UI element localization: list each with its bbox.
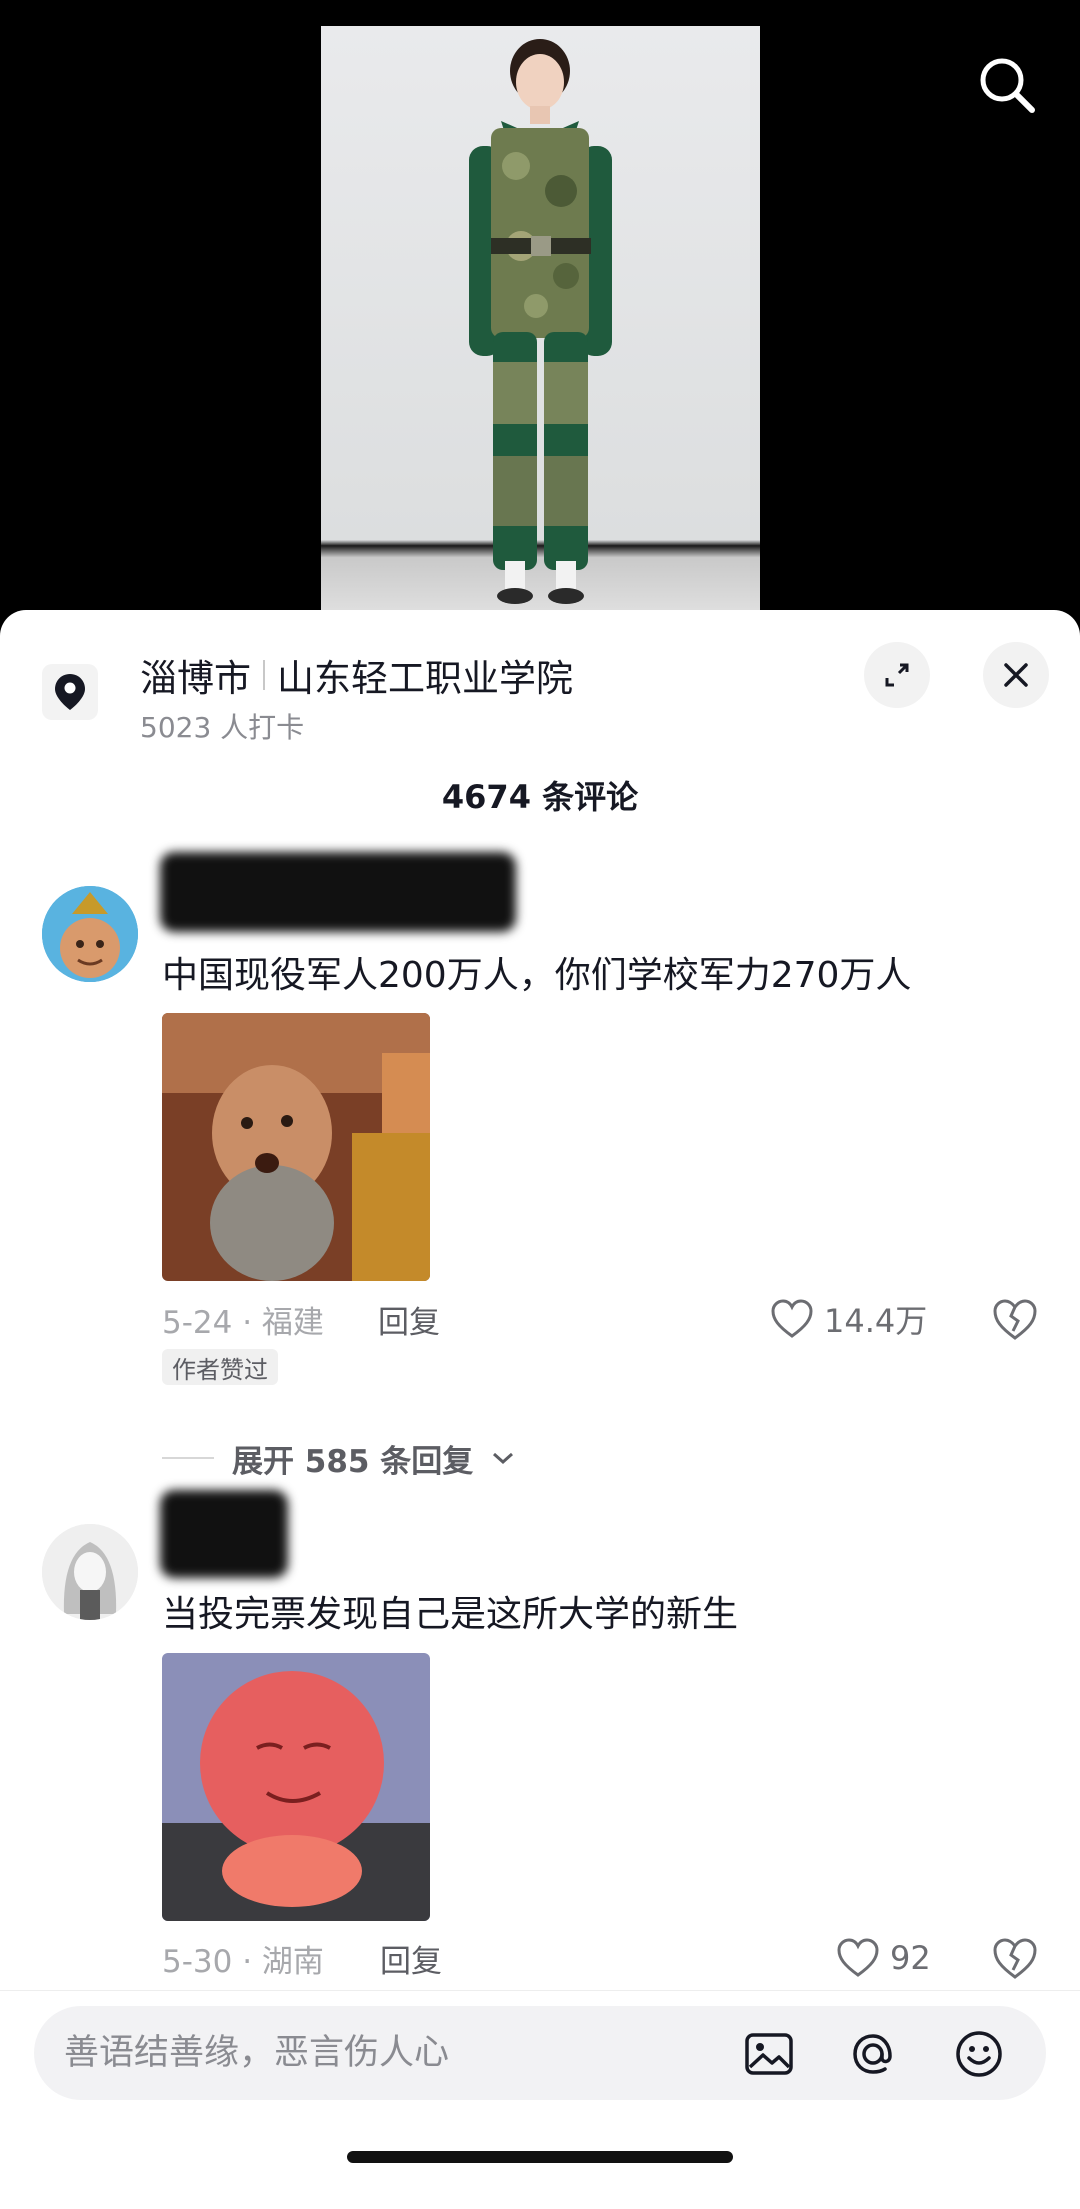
avatar-image — [42, 1524, 138, 1620]
at-icon — [853, 2034, 892, 2074]
comment-date-region: 5-30 · 湖南 — [162, 1943, 324, 1980]
meme-image-monk — [162, 1013, 430, 1281]
like-count: 92 — [890, 1939, 931, 1977]
home-indicator[interactable] — [347, 2151, 733, 2163]
title-separator — [263, 660, 265, 690]
search-icon — [980, 58, 1035, 113]
comment-image[interactable] — [162, 1653, 430, 1921]
video-player[interactable] — [0, 0, 1080, 640]
search-button[interactable] — [972, 50, 1042, 120]
avatar[interactable] — [42, 1524, 138, 1620]
location-badge[interactable] — [42, 664, 98, 720]
image-icon — [745, 2033, 793, 2075]
close-icon — [1004, 663, 1028, 687]
broken-heart-icon — [993, 1938, 1037, 1979]
chevron-down-icon — [493, 1452, 514, 1465]
author-liked-badge: 作者赞过 — [162, 1349, 278, 1385]
dislike-button[interactable] — [990, 1933, 1040, 1983]
like-count: 14.4万 — [824, 1302, 928, 1340]
location-pin-icon — [55, 674, 85, 710]
reply-button[interactable]: 回复 — [378, 1297, 440, 1341]
reply-button[interactable]: 回复 — [380, 1936, 442, 1980]
avatar-image — [42, 886, 138, 982]
checkin-count: 5023 人打卡 — [140, 711, 305, 744]
comment-input[interactable] — [64, 2006, 714, 2100]
expand-replies-button[interactable]: 展开 585 条回复 — [162, 1436, 515, 1480]
close-button[interactable] — [983, 642, 1049, 708]
mention-button[interactable] — [846, 2027, 900, 2081]
expand-icon — [885, 663, 909, 687]
avatar[interactable] — [42, 886, 138, 982]
like-button[interactable]: 92 — [836, 1933, 931, 1983]
username-redacted[interactable] — [160, 1490, 288, 1578]
person-in-uniform-image — [469, 39, 612, 604]
emoji-button[interactable] — [952, 2027, 1006, 2081]
dislike-button[interactable] — [990, 1294, 1040, 1344]
meme-image-face — [162, 1653, 430, 1921]
heart-icon — [837, 1938, 879, 1977]
input-divider — [0, 1990, 1080, 1991]
like-button[interactable]: 14.4万 — [770, 1294, 927, 1344]
comment-image[interactable] — [162, 1013, 430, 1281]
image-button[interactable] — [742, 2027, 796, 2081]
comment-sheet: 淄博市 山东轻工职业学院 5023 人打卡 4674 条评论 中国现役军人200… — [0, 610, 1080, 2209]
expand-button[interactable] — [864, 642, 930, 708]
emoji-icon — [956, 2031, 1002, 2077]
location-title[interactable]: 淄博市 山东轻工职业学院 — [140, 650, 573, 700]
broken-heart-icon — [993, 1299, 1037, 1340]
location-place: 山东轻工职业学院 — [277, 657, 573, 700]
comment-count: 4674 条评论 — [441, 778, 639, 816]
divider-line — [162, 1457, 214, 1459]
username-redacted[interactable] — [160, 852, 516, 932]
comment-text: 当投完票发现自己是这所大学的新生 — [162, 1594, 739, 1635]
heart-icon — [771, 1299, 813, 1338]
location-city: 淄博市 — [140, 657, 251, 700]
expand-replies-label: 展开 585 条回复 — [232, 1443, 474, 1480]
comment-date-region: 5-24 · 福建 — [162, 1304, 324, 1341]
video-thumbnail[interactable] — [321, 26, 760, 610]
comment-input-bar — [34, 2006, 1046, 2100]
comment-text: 中国现役军人200万人，你们学校军力270万人 — [162, 955, 912, 996]
